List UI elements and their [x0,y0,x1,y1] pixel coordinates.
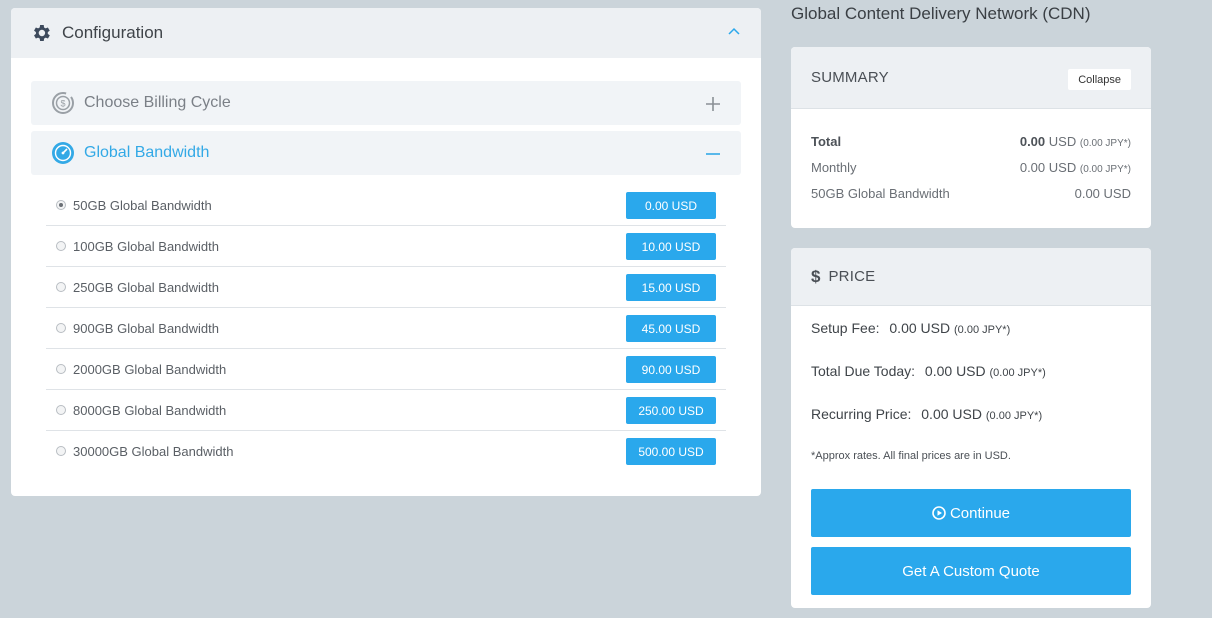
summary-monthly-row: Monthly 0.00 USD (0.00 JPY*) [811,160,1131,175]
billing-cycle-section[interactable]: $ Choose Billing Cycle [31,81,741,125]
summary-bandwidth-currency: USD [1103,186,1131,201]
option-label: 900GB Global Bandwidth [73,320,219,336]
bandwidth-option[interactable]: 900GB Global Bandwidth 45.00 USD [46,308,726,349]
configuration-panel: Configuration $ Choose Billing Cycle Glo… [11,8,761,496]
radio-button[interactable] [56,200,66,210]
global-bandwidth-label: Global Bandwidth [84,144,210,161]
summary-total-jpy: (0.00 JPY*) [1079,138,1131,149]
radio-button[interactable] [56,446,66,456]
option-label: 8000GB Global Bandwidth [73,402,227,418]
option-label: 100GB Global Bandwidth [73,238,219,254]
gear-icon [34,25,50,41]
summary-monthly-label: Monthly [811,160,857,175]
price-badge: 15.00 USD [626,274,716,301]
setup-fee-amount: 0.00 [889,320,917,336]
plus-icon[interactable] [705,96,721,112]
summary-monthly-currency: USD [1048,160,1077,175]
summary-total-row: Total 0.00 USD (0.00 JPY*) [811,134,1131,149]
summary-total-currency: USD [1048,134,1077,149]
price-badge: 0.00 USD [626,192,716,219]
configuration-header[interactable]: Configuration [11,8,761,58]
summary-monthly-value: 0.00 USD (0.00 JPY*) [1020,160,1131,175]
billing-cycle-icon: $ [52,92,74,114]
recurring-currency: USD [952,406,982,422]
radio-button[interactable] [56,241,66,251]
summary-total-value: 0.00 USD (0.00 JPY*) [1020,134,1131,149]
product-title: Global Content Delivery Network (CDN) [791,4,1091,23]
setup-fee-jpy: (0.00 JPY*) [953,324,1011,336]
summary-bandwidth-amount: 0.00 [1074,186,1100,201]
price-title: PRICE [828,268,876,285]
total-due-jpy: (0.00 JPY*) [989,367,1046,379]
price-header: $ PRICE [791,248,1151,306]
radio-button[interactable] [56,323,66,333]
bandwidth-option[interactable]: 250GB Global Bandwidth 15.00 USD [46,267,726,308]
summary-total-amount: 0.00 [1019,134,1046,149]
radio-button[interactable] [56,282,66,292]
summary-total-label: Total [811,134,842,149]
speedometer-icon [52,142,74,164]
summary-header: SUMMARY Collapse [791,47,1151,109]
minus-icon[interactable] [705,146,721,162]
price-badge: 90.00 USD [626,356,716,383]
custom-quote-label: Get A Custom Quote [902,562,1040,580]
summary-card: SUMMARY Collapse Total 0.00 USD (0.00 JP… [791,47,1151,228]
option-label: 50GB Global Bandwidth [73,197,212,213]
total-due-currency: USD [956,363,986,379]
summary-monthly-jpy: (0.00 JPY*) [1079,164,1131,175]
option-label: 2000GB Global Bandwidth [73,361,227,377]
total-due-label: Total Due Today: [811,363,916,379]
summary-bandwidth-label: 50GB Global Bandwidth [811,186,950,201]
continue-label: Continue [949,504,1011,522]
recurring-amount: 0.00 [921,406,949,422]
option-label: 250GB Global Bandwidth [73,279,219,295]
bandwidth-option[interactable]: 8000GB Global Bandwidth 250.00 USD [46,390,726,431]
billing-cycle-label: Choose Billing Cycle [84,94,231,111]
custom-quote-button[interactable]: Get A Custom Quote [811,547,1131,595]
dollar-icon: $ [811,266,821,286]
configuration-title: Configuration [62,23,164,42]
total-due-amount: 0.00 [924,363,953,379]
bandwidth-option[interactable]: 50GB Global Bandwidth 0.00 USD [46,185,726,226]
setup-fee-label: Setup Fee: [811,320,880,336]
chevron-up-icon[interactable] [727,25,741,39]
recurring-label: Recurring Price: [811,406,912,422]
bandwidth-options-list: 50GB Global Bandwidth 0.00 USD 100GB Glo… [46,185,726,471]
collapse-button[interactable]: Collapse [1068,69,1131,90]
price-badge: 45.00 USD [626,315,716,342]
recurring-price-line: Recurring Price: 0.00 USD (0.00 JPY*) [811,406,1042,422]
approx-rates-note: *Approx rates. All final prices are in U… [811,450,1011,462]
svg-text:$: $ [60,99,65,109]
bandwidth-option[interactable]: 2000GB Global Bandwidth 90.00 USD [46,349,726,390]
summary-bandwidth-value: 0.00 USD [1075,186,1131,201]
setup-fee-currency: USD [920,320,951,336]
continue-button[interactable]: Continue [811,489,1131,537]
summary-bandwidth-row: 50GB Global Bandwidth 0.00 USD [811,186,1131,201]
bandwidth-option[interactable]: 30000GB Global Bandwidth 500.00 USD [46,431,726,471]
option-label: 30000GB Global Bandwidth [73,443,234,459]
setup-fee-line: Setup Fee: 0.00 USD (0.00 JPY*) [811,320,1010,336]
radio-button[interactable] [56,364,66,374]
bandwidth-option[interactable]: 100GB Global Bandwidth 10.00 USD [46,226,726,267]
price-badge: 10.00 USD [626,233,716,260]
total-due-line: Total Due Today: 0.00 USD (0.00 JPY*) [811,363,1046,379]
radio-button[interactable] [56,405,66,415]
recurring-jpy: (0.00 JPY*) [985,410,1043,422]
global-bandwidth-section[interactable]: Global Bandwidth [31,131,741,175]
price-badge: 250.00 USD [626,397,716,424]
play-circle-icon [932,506,946,520]
summary-monthly-amount: 0.00 [1019,160,1046,175]
price-card: $ PRICE Setup Fee: 0.00 USD (0.00 JPY*) … [791,248,1151,608]
price-badge: 500.00 USD [626,438,716,465]
summary-title: SUMMARY [811,69,889,86]
